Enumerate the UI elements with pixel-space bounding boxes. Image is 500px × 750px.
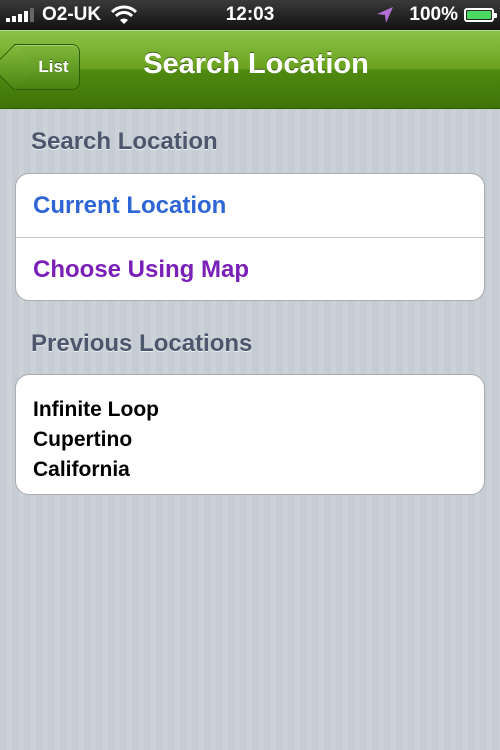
status-bar: O2-UK 12:03 100% xyxy=(0,0,500,30)
choose-using-map-cell[interactable]: Choose Using Map xyxy=(16,237,484,301)
status-right: 100% xyxy=(375,0,497,30)
battery-percentage: 100% xyxy=(409,4,458,25)
battery-icon xyxy=(464,8,497,22)
previous-location-cell[interactable]: Infinite Loop Cupertino California xyxy=(16,375,484,505)
navigation-bar: List Search Location xyxy=(0,30,500,109)
search-options-group: Current Location Choose Using Map xyxy=(15,173,485,301)
battery-fill xyxy=(467,11,491,19)
location-line-city: Cupertino xyxy=(33,428,133,451)
current-location-cell[interactable]: Current Location xyxy=(16,174,484,237)
previous-locations-group: Infinite Loop Cupertino California xyxy=(15,374,485,495)
search-section-header: Search Location xyxy=(31,128,218,155)
location-line-street: Infinite Loop xyxy=(33,398,159,421)
location-arrow-icon xyxy=(377,7,394,23)
page-title: Search Location xyxy=(143,48,369,80)
back-button-label: List xyxy=(38,57,69,76)
previous-section-header: Previous Locations xyxy=(31,330,253,357)
location-line-state: California xyxy=(33,458,130,481)
